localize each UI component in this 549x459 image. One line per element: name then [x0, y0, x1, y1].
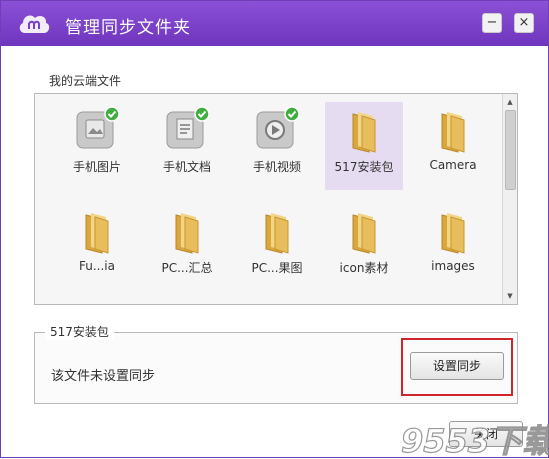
- folder-icon: [265, 213, 289, 254]
- file-item-517-package[interactable]: 517安装包: [325, 102, 403, 190]
- sync-folder-name: 517安装包: [45, 323, 114, 340]
- photo-icon: [76, 106, 120, 149]
- site-watermark: 9553下载: [400, 421, 549, 459]
- file-item-phone-photos[interactable]: 手机图片: [58, 102, 136, 190]
- scroll-down-arrow-icon[interactable]: ▼: [503, 290, 517, 302]
- folder-icon: [175, 213, 199, 254]
- file-item-pc-summary[interactable]: PC...汇总: [148, 203, 226, 291]
- cloud-file-grid[interactable]: 手机图片 手机文档 手机视频 517安装包 Camera Fu...ia PC.…: [34, 93, 518, 305]
- folder-icon: [441, 213, 465, 254]
- file-item-label: PC...汇总: [161, 261, 213, 275]
- file-item-label: 517安装包: [334, 160, 394, 174]
- cloud-logo-icon: [19, 15, 50, 33]
- file-item-icon-assets[interactable]: icon素材: [325, 203, 403, 291]
- file-item-label: Fu...ia: [79, 259, 115, 273]
- scroll-up-arrow-icon[interactable]: ▲: [503, 96, 517, 108]
- cloud-files-label: 我的云端文件: [49, 74, 122, 88]
- file-item-pc-renderings[interactable]: PC...果图: [238, 203, 316, 291]
- file-item-label: 手机视频: [252, 160, 301, 174]
- file-item-label: 手机图片: [72, 160, 121, 174]
- vertical-scrollbar[interactable]: ▲ ▼: [502, 94, 517, 304]
- folder-icon: [352, 112, 376, 153]
- sync-folder-dialog: 管理同步文件夹 − × 我的云端文件 手机图片 手机文档 手机视频 517安装包…: [0, 0, 549, 459]
- folder-icon: [352, 213, 376, 254]
- minimize-button[interactable]: −: [482, 13, 502, 33]
- file-item-phone-videos[interactable]: 手机视频: [238, 102, 316, 190]
- folder-icon: [85, 213, 109, 254]
- file-item-label: images: [431, 259, 475, 273]
- window-title: 管理同步文件夹: [65, 18, 191, 38]
- close-window-button[interactable]: ×: [514, 13, 534, 33]
- folder-icon: [441, 112, 465, 153]
- title-bar[interactable]: 管理同步文件夹 − ×: [1, 1, 548, 46]
- file-item-phone-docs[interactable]: 手机文档: [148, 102, 226, 190]
- file-item-fu-ia[interactable]: Fu...ia: [58, 203, 136, 291]
- setup-sync-button[interactable]: 设置同步: [410, 352, 504, 380]
- file-item-camera[interactable]: Camera: [414, 102, 492, 190]
- video-icon: [256, 106, 300, 149]
- file-item-label: PC...果图: [251, 261, 303, 275]
- svg-text:9553下载: 9553下载: [401, 422, 549, 459]
- sync-status-text: 该文件未设置同步: [51, 369, 156, 384]
- file-item-label: Camera: [429, 158, 477, 172]
- file-item-label: icon素材: [339, 261, 389, 275]
- document-icon: [166, 106, 210, 149]
- scroll-thumb[interactable]: [505, 110, 516, 190]
- file-item-label: 手机文档: [162, 160, 211, 174]
- file-item-images[interactable]: images: [414, 203, 492, 291]
